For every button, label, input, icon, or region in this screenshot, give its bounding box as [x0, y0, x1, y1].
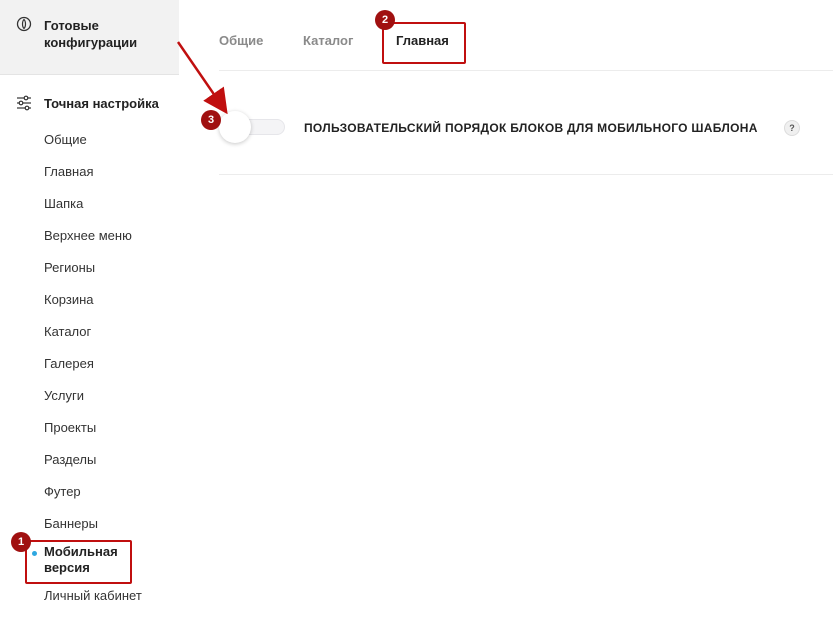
sidebar-item-services[interactable]: Услуги: [0, 380, 179, 412]
sidebar-item-label: Регионы: [44, 260, 96, 275]
fine-tune-label: Точная настройка: [44, 96, 159, 111]
mobile-block-order-toggle[interactable]: [219, 111, 285, 143]
annotation-badge-2: 2: [375, 10, 395, 30]
sidebar-item-footer[interactable]: Футер: [0, 476, 179, 508]
sidebar-item-label: Разделы: [44, 452, 97, 467]
sidebar-item-main[interactable]: Главная: [0, 156, 179, 188]
sidebar-item-personal-account[interactable]: Личный кабинет: [0, 580, 179, 612]
tabs-divider: [219, 70, 833, 71]
sidebar-item-label: Общие: [44, 132, 87, 147]
sidebar-item-label: Главная: [44, 164, 94, 179]
sidebar-item-catalog[interactable]: Каталог: [0, 316, 179, 348]
fine-tune-item[interactable]: Точная настройка: [0, 93, 179, 115]
setting-label: ПОЛЬЗОВАТЕЛЬСКИЙ ПОРЯДОК БЛОКОВ ДЛЯ МОБИ…: [304, 121, 758, 135]
sidebar-item-header[interactable]: Шапка: [0, 188, 179, 220]
toggle-knob: [219, 111, 251, 143]
sidebar-item-gallery[interactable]: Галерея: [0, 348, 179, 380]
sidebar-item-label: Личный кабинет: [44, 588, 142, 603]
sidebar-item-regions[interactable]: Регионы: [0, 252, 179, 284]
sidebar-item-projects[interactable]: Проекты: [0, 412, 179, 444]
annotation-badge-1: 1: [11, 532, 31, 552]
sidebar-item-label: Каталог: [44, 324, 92, 339]
sidebar-item-sections[interactable]: Разделы: [0, 444, 179, 476]
annotation-box-1: [25, 540, 132, 584]
sidebar-item-label: Проекты: [44, 420, 97, 435]
sidebar-item-label: Корзина: [44, 292, 94, 307]
annotation-badge-3: 3: [201, 110, 221, 130]
annotation-box-2: [382, 22, 466, 64]
sidebar-item-label: Верхнее меню: [44, 228, 132, 243]
tab-general[interactable]: Общие: [219, 33, 263, 48]
sidebar-item-label: Футер: [44, 484, 81, 499]
sidebar-item-cart[interactable]: Корзина: [0, 284, 179, 316]
sliders-icon: [16, 95, 32, 111]
sidebar-item-label: Галерея: [44, 356, 94, 371]
sidebar-item-top-menu[interactable]: Верхнее меню: [0, 220, 179, 252]
compass-icon: [16, 16, 32, 32]
tab-catalog[interactable]: Каталог: [303, 33, 353, 48]
sidebar-item-label: Шапка: [44, 196, 84, 211]
help-icon[interactable]: ?: [784, 120, 800, 136]
ready-configurations-item[interactable]: Готовые конфигурации: [0, 0, 179, 75]
sidebar-item-general[interactable]: Общие: [0, 124, 179, 156]
ready-configurations-label: Готовые конфигурации: [44, 18, 138, 50]
setting-row-mobile-block-order: ПОЛЬЗОВАТЕЛЬСКИЙ ПОРЯДОК БЛОКОВ ДЛЯ МОБИ…: [219, 100, 833, 175]
sidebar-item-label: Услуги: [44, 388, 84, 403]
sidebar-item-label: Баннеры: [44, 516, 98, 531]
